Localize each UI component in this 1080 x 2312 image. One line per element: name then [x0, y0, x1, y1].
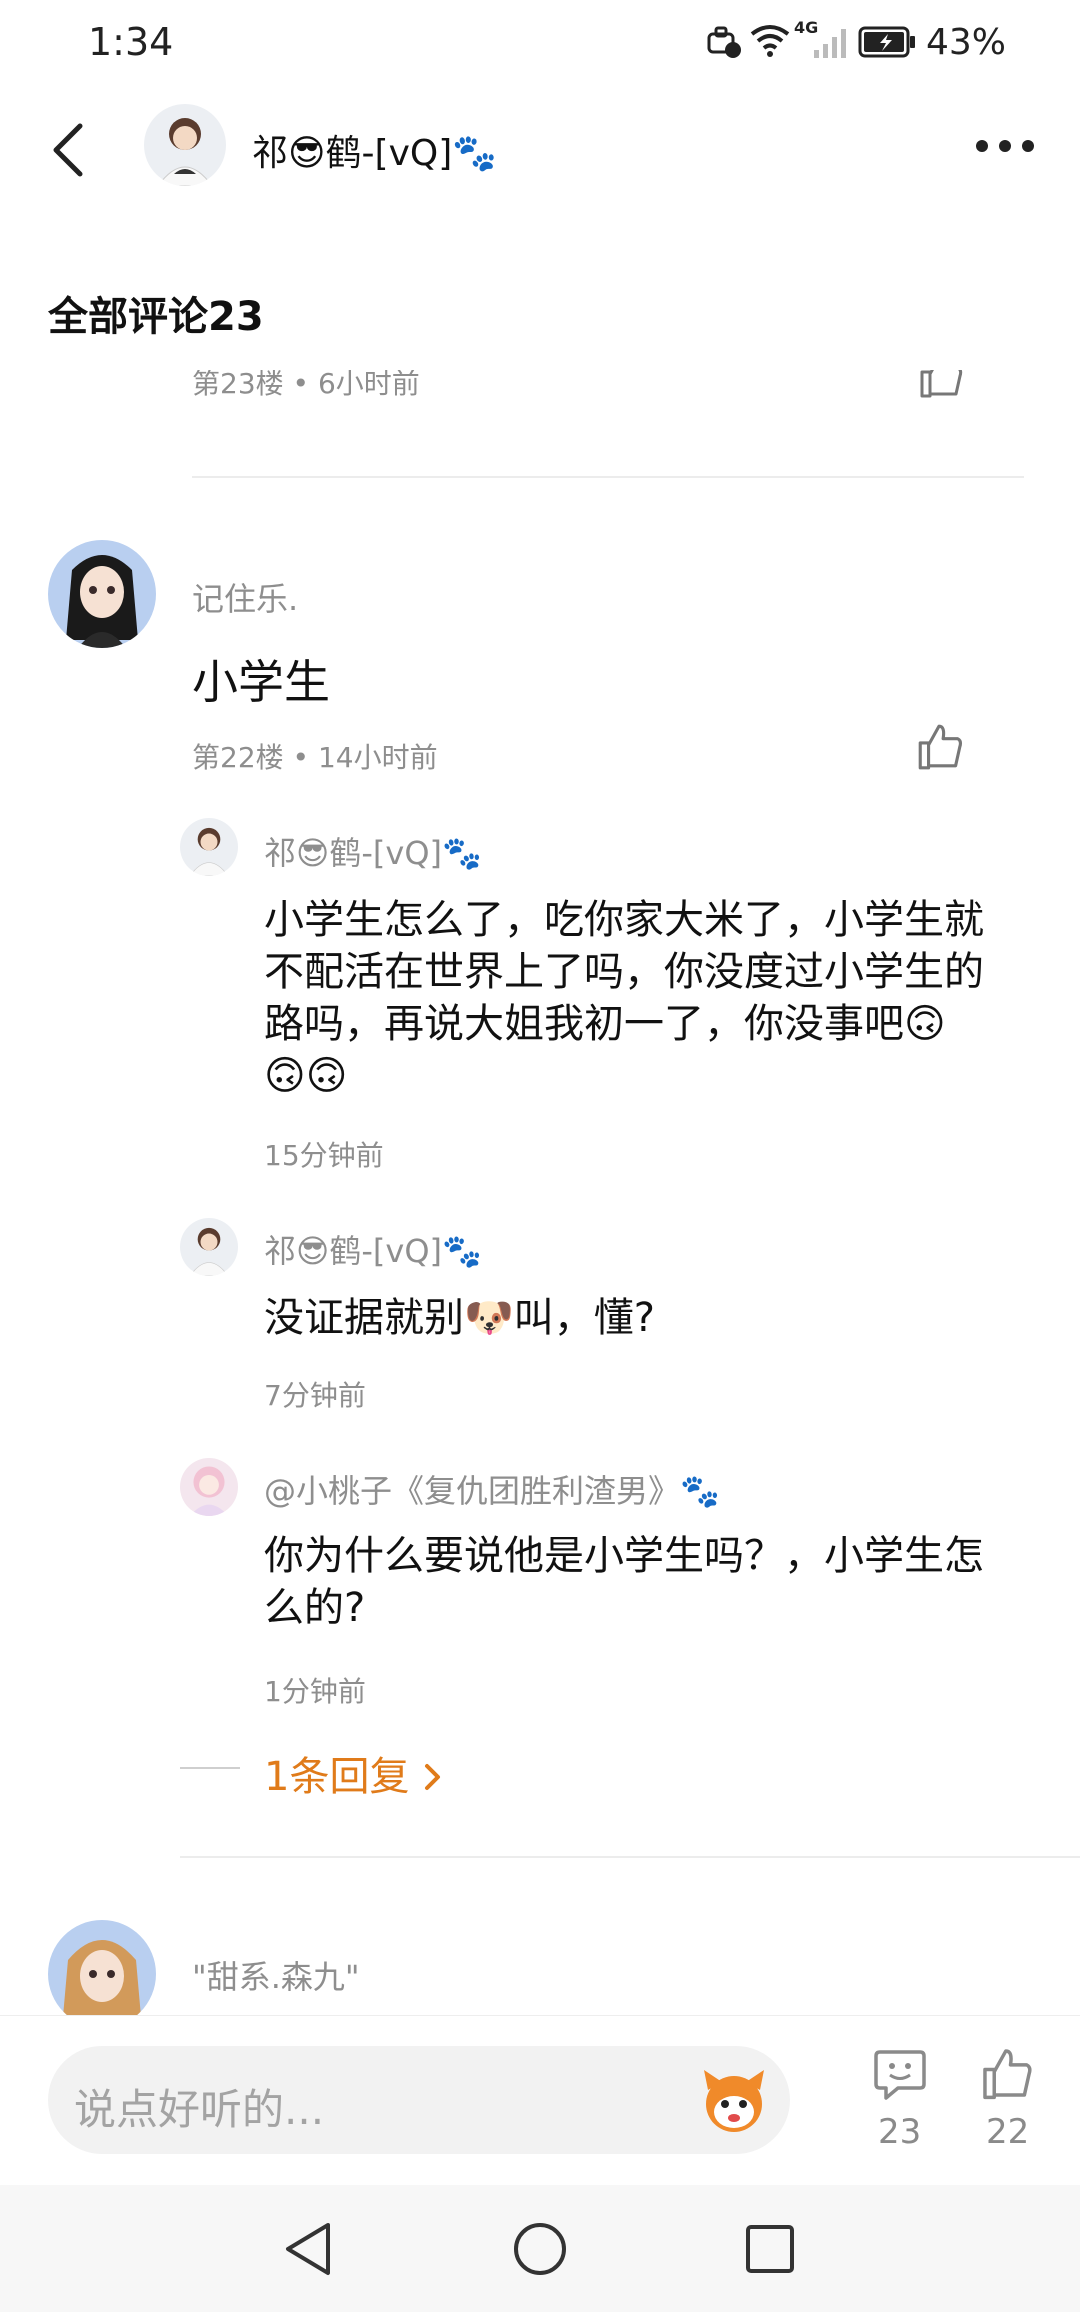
reply-text: 小学生怎么了，吃你家大米了，小学生就 不配活在世界上了吗，你没度过小学生的 路吗…	[264, 894, 984, 1102]
header-username[interactable]: 祁😎鹤-[vQ]🐾	[252, 124, 497, 176]
reply-text-line: 🙃🙃	[264, 1053, 348, 1099]
comment-username[interactable]: "甜系.森九"	[192, 1952, 360, 1998]
comment-avatar[interactable]	[48, 1920, 156, 2015]
status-bar: 1:34 4G 43%	[0, 0, 1080, 84]
status-time: 1:34	[88, 20, 174, 64]
reply-text-line: 么的?	[264, 1585, 366, 1631]
more-replies-link[interactable]: 1条回复	[264, 1744, 444, 1802]
reply-text-line: 不配活在世界上了吗，你没度过小学生的	[264, 949, 984, 995]
battery-icon	[858, 26, 915, 58]
prev-comment-meta: 第23楼 • 6小时前	[192, 370, 420, 400]
reply-avatar[interactable]	[180, 1218, 238, 1276]
comment-avatar[interactable]	[48, 540, 156, 648]
reply-avatar[interactable]	[180, 1458, 238, 1516]
reply-text-line: 小学生怎么了，吃你家大米了，小学生就	[264, 897, 984, 943]
comment-input-bar: 说点好听的... 23 22	[0, 2015, 1080, 2186]
reply-text: 没证据就别🐶叫，懂?	[264, 1292, 655, 1344]
comment-meta: 第22楼 • 14小时前	[192, 741, 438, 774]
reply-username[interactable]: @小桃子《复仇团胜利渣男》🐾	[264, 1466, 720, 1512]
reply-text-line: 你为什么要说他是小学生吗？，小学生怎	[264, 1533, 984, 1579]
nav-home-icon[interactable]	[512, 2221, 568, 2277]
more-options-icon[interactable]	[974, 136, 1036, 156]
battery-percent: 43%	[926, 22, 1007, 63]
reply-time: 15分钟前	[264, 1139, 384, 1172]
header-avatar[interactable]	[144, 104, 226, 186]
reply-text-line: 没证据就别🐶叫，懂?	[264, 1295, 656, 1341]
back-arrow-icon[interactable]	[48, 122, 88, 178]
vpn-lock-icon	[707, 26, 741, 58]
signal-icon	[814, 29, 846, 58]
top-bar: 祁😎鹤-[vQ]🐾	[0, 84, 1080, 214]
more-replies-line	[180, 1767, 240, 1769]
reply-text-line: 路吗，再说大姐我初一了，你没事吧🙃	[264, 1001, 946, 1047]
reply-text: 你为什么要说他是小学生吗？，小学生怎 么的?	[264, 1530, 984, 1634]
comment-input-placeholder: 说点好听的...	[74, 2085, 325, 2134]
divider	[180, 1856, 1080, 1858]
more-replies-label[interactable]: 1条回复	[264, 1754, 409, 1800]
comment-icon[interactable]	[872, 2046, 928, 2102]
reply-username[interactable]: 祁😎鹤-[vQ]🐾	[264, 1226, 482, 1272]
comment-input[interactable]: 说点好听的...	[48, 2046, 790, 2154]
reply-username[interactable]: 祁😎鹤-[vQ]🐾	[264, 828, 482, 874]
reply-time: 1分钟前	[264, 1675, 366, 1708]
divider	[192, 476, 1024, 478]
comment-count: 23	[878, 2112, 922, 2152]
nav-back-icon[interactable]	[282, 2221, 334, 2277]
wifi-icon	[750, 25, 790, 57]
system-nav-bar	[0, 2185, 1080, 2312]
mascot-emoji-icon[interactable]	[694, 2060, 774, 2140]
section-title: 全部评论23	[48, 294, 264, 340]
like-count: 22	[986, 2112, 1030, 2152]
like-icon[interactable]	[978, 2044, 1036, 2102]
nav-recents-icon[interactable]	[744, 2223, 796, 2275]
comment-text: 小学生	[192, 655, 330, 709]
reply-avatar[interactable]	[180, 818, 238, 876]
like-icon[interactable]	[914, 720, 966, 772]
like-icon[interactable]	[916, 370, 966, 400]
prev-comment-clip: 第23楼 • 6小时前	[0, 370, 1080, 416]
comment-username[interactable]: 记住乐.	[192, 574, 298, 620]
reply-time: 7分钟前	[264, 1379, 366, 1412]
chevron-right-icon	[425, 1764, 441, 1790]
next-comment-clip: "甜系.森九"	[0, 1900, 1080, 2015]
